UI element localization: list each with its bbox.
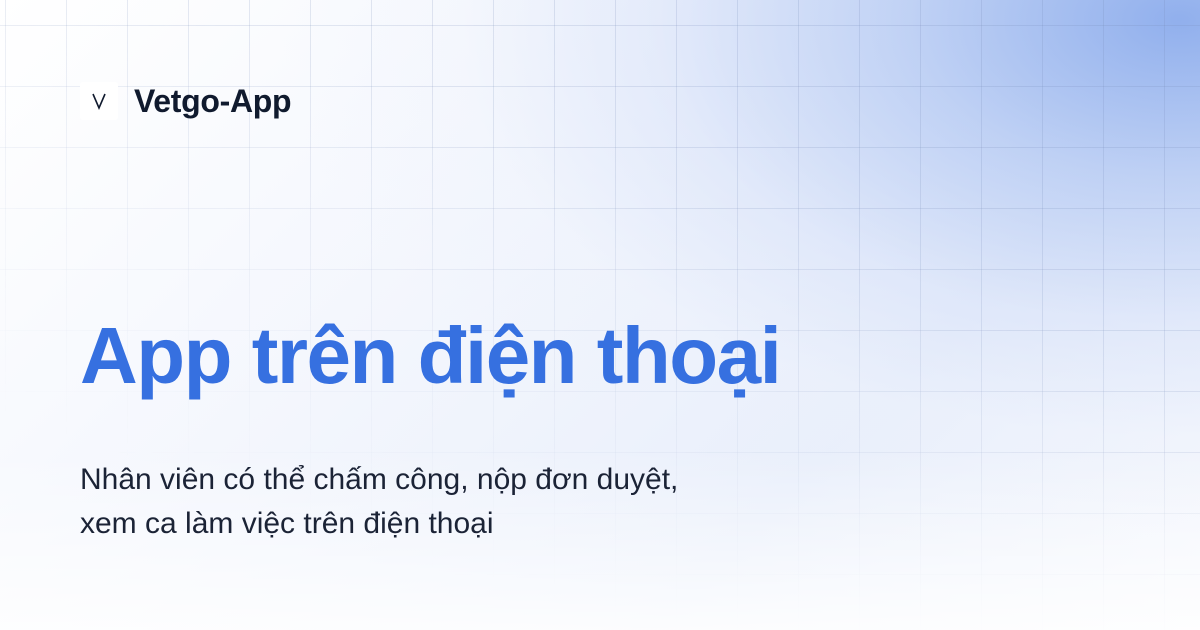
page-title: App trên điện thoại <box>80 311 782 400</box>
subtitle-line-2: xem ca làm việc trên điện thoại <box>80 507 494 540</box>
brand-logo-icon <box>80 82 118 120</box>
brand: Vetgo-App <box>80 82 292 120</box>
og-card: Vetgo-App App trên điện thoại Nhân viên … <box>0 0 1200 630</box>
subtitle-line-1: Nhân viên có thể chấm công, nộp đơn duyệ… <box>80 463 679 496</box>
v-logo-icon <box>92 93 106 110</box>
page-subtitle: Nhân viên có thể chấm công, nộp đơn duyệ… <box>80 458 980 546</box>
brand-name: Vetgo-App <box>134 82 292 119</box>
